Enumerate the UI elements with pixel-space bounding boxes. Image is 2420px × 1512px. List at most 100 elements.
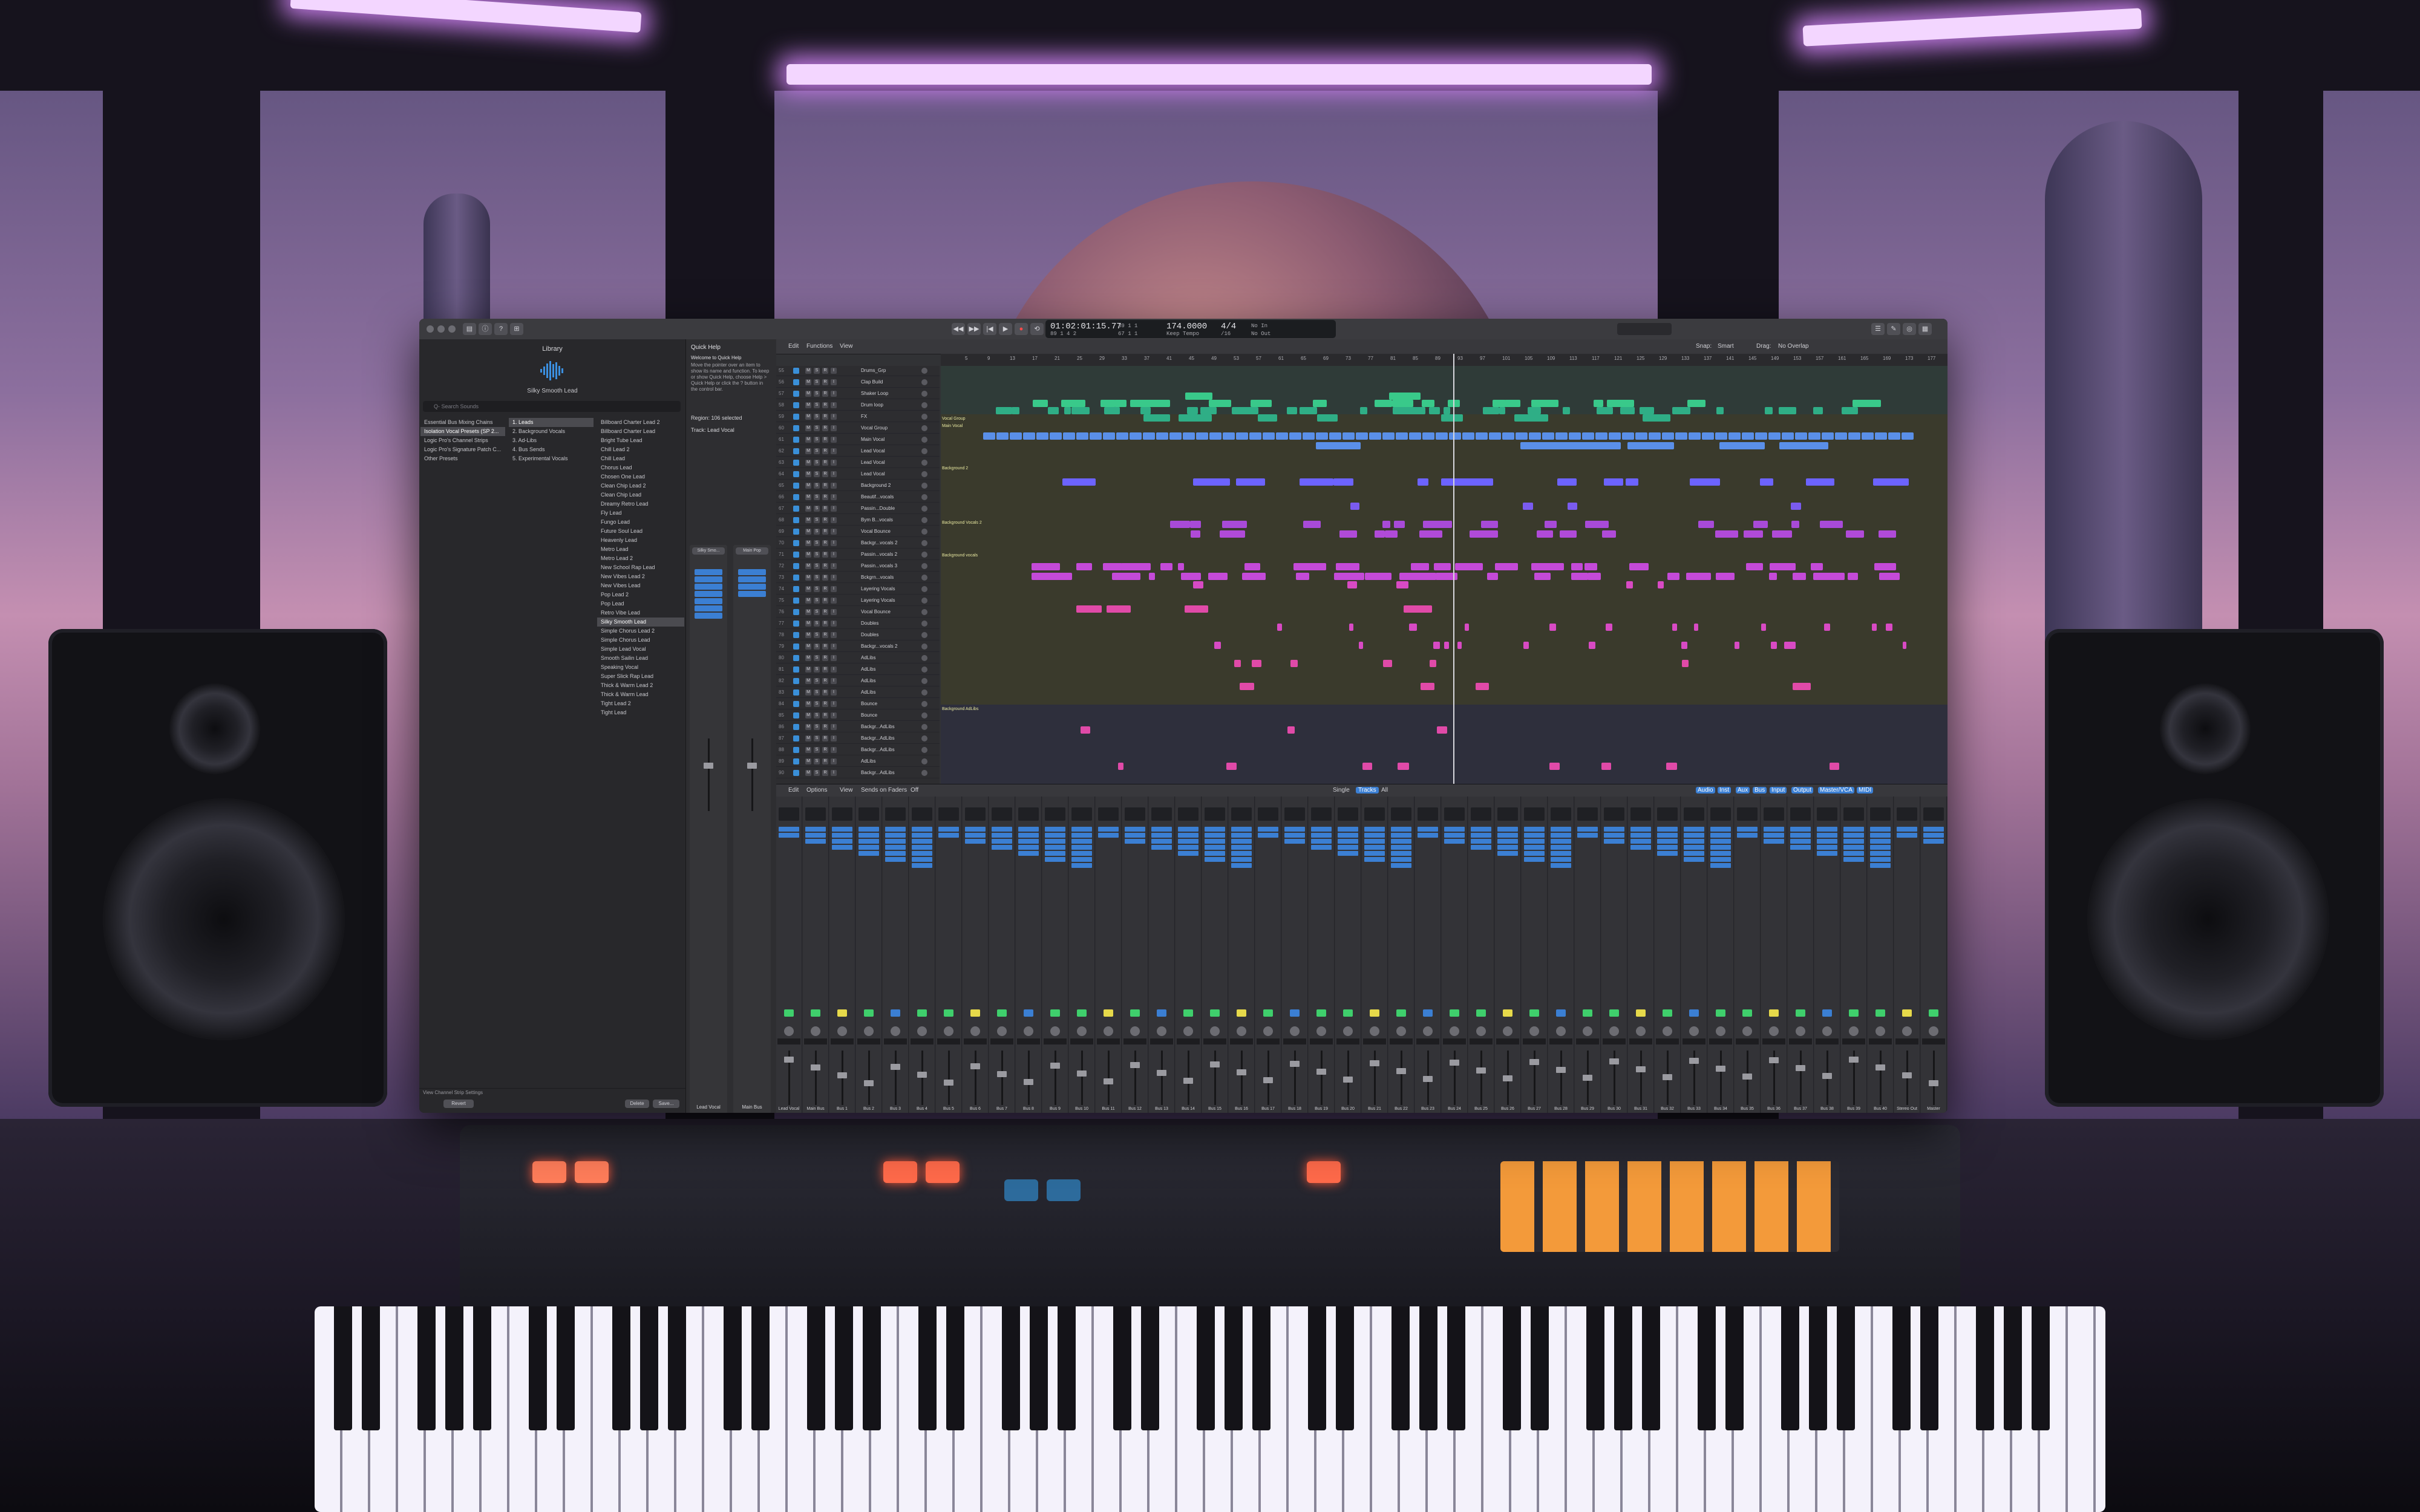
plugin-slot[interactable] — [1418, 827, 1438, 832]
pan-knob[interactable] — [1263, 1026, 1273, 1036]
record-enable-button[interactable]: R — [822, 471, 828, 477]
mode-single[interactable]: Single — [1333, 787, 1350, 793]
region[interactable] — [1080, 726, 1091, 734]
input-button[interactable] — [1663, 1009, 1672, 1017]
plugin-slot[interactable] — [1231, 857, 1252, 862]
region[interactable] — [1012, 407, 1020, 414]
plugin-slot[interactable] — [912, 851, 932, 856]
region[interactable] — [1504, 400, 1521, 407]
region[interactable] — [1902, 642, 1907, 649]
region[interactable] — [1180, 573, 1202, 580]
track-header[interactable]: 55 M S R I Drums_Grp — [776, 366, 940, 376]
record-enable-button[interactable]: R — [822, 586, 828, 592]
fader-cap[interactable] — [917, 1072, 927, 1078]
region[interactable] — [1382, 521, 1390, 528]
region[interactable] — [1033, 400, 1048, 407]
input-button[interactable] — [944, 1009, 953, 1017]
eq-thumbnail[interactable] — [1205, 807, 1225, 821]
pan-knob[interactable] — [1796, 1026, 1805, 1036]
pan-knob[interactable] — [1183, 1026, 1193, 1036]
fader-cap[interactable] — [1929, 1080, 1938, 1086]
plugin-slot[interactable] — [1684, 833, 1704, 838]
list-item[interactable]: Tight Lead 2 — [597, 699, 684, 708]
toolbar-toggle-button[interactable]: ⊞ — [510, 323, 523, 335]
region[interactable] — [1360, 407, 1368, 414]
edit-menu[interactable]: Edit — [788, 343, 799, 350]
mute-button[interactable]: M — [805, 540, 811, 546]
plugin-slot[interactable] — [1710, 851, 1731, 856]
region[interactable] — [1111, 573, 1127, 580]
list-item[interactable]: Chill Lead 2 — [597, 445, 684, 454]
region[interactable] — [1114, 400, 1127, 407]
region[interactable] — [1573, 442, 1621, 449]
track-header[interactable]: 58 M S R I Drum loop — [776, 400, 940, 411]
plugin-slot[interactable] — [1018, 827, 1039, 832]
plugin-slot[interactable] — [1231, 851, 1252, 856]
region[interactable] — [1502, 432, 1514, 440]
region[interactable] — [1184, 605, 1208, 613]
list-item[interactable]: Thick & Warm Lead — [597, 690, 684, 699]
region[interactable] — [1666, 763, 1677, 770]
plugin-slot[interactable] — [965, 833, 986, 838]
pan-knob[interactable] — [1716, 1026, 1725, 1036]
fader-cap[interactable] — [1849, 1057, 1859, 1063]
fader-cap[interactable] — [1822, 1073, 1832, 1079]
plugin-slot[interactable] — [1843, 845, 1864, 850]
plugin-slot[interactable] — [1178, 833, 1199, 838]
region[interactable] — [1223, 432, 1235, 440]
mute-button[interactable]: M — [805, 701, 811, 707]
input-monitor-button[interactable]: I — [831, 712, 837, 719]
plugin-slot[interactable] — [1045, 857, 1065, 862]
plugin-slot[interactable] — [1843, 833, 1864, 838]
region[interactable] — [1658, 581, 1664, 588]
region[interactable] — [1333, 478, 1354, 486]
plugin-slot[interactable] — [1710, 839, 1731, 844]
input-monitor-button[interactable]: I — [831, 735, 837, 741]
region[interactable] — [1808, 432, 1820, 440]
plugin-slot[interactable] — [832, 833, 852, 838]
volume-knob[interactable] — [921, 609, 927, 615]
volume-knob[interactable] — [921, 391, 927, 397]
plugin-slot[interactable] — [858, 845, 879, 850]
region[interactable] — [1467, 563, 1483, 570]
list-item[interactable]: Clean Chip Lead — [597, 490, 684, 500]
eq-thumbnail[interactable] — [1338, 807, 1358, 821]
region[interactable] — [1792, 573, 1807, 580]
input-button[interactable] — [1423, 1009, 1433, 1017]
region[interactable] — [1201, 407, 1211, 414]
eq-thumbnail[interactable] — [1870, 807, 1891, 821]
mute-button[interactable]: M — [805, 609, 811, 615]
region[interactable] — [1487, 573, 1498, 580]
list-item[interactable]: Simple Chorus Lead — [597, 636, 684, 645]
region[interactable] — [1396, 432, 1408, 440]
plugin-slot[interactable] — [1577, 827, 1598, 832]
region[interactable] — [1635, 432, 1647, 440]
solo-button[interactable]: S — [814, 701, 820, 707]
plugin-slot[interactable] — [1551, 857, 1571, 862]
input-button[interactable] — [1636, 1009, 1646, 1017]
region[interactable] — [1776, 563, 1796, 570]
region[interactable] — [1625, 478, 1639, 486]
track-header[interactable]: 69 M S R I Vocal Bounce — [776, 527, 940, 537]
region[interactable] — [1316, 432, 1328, 440]
list-item[interactable]: Pop Lead 2 — [597, 590, 684, 599]
plugin-slot[interactable] — [1817, 851, 1837, 856]
plugin-slot[interactable] — [1231, 833, 1252, 838]
region[interactable] — [1770, 642, 1777, 649]
region[interactable] — [1300, 407, 1318, 414]
plugin-slot[interactable] — [1923, 833, 1944, 838]
list-item[interactable]: Isolation Vocal Presets (SP 2... — [420, 427, 505, 436]
plugin-slot[interactable] — [885, 845, 906, 850]
mute-button[interactable]: M — [805, 437, 811, 443]
pan-knob[interactable] — [944, 1026, 953, 1036]
pan-knob[interactable] — [837, 1026, 847, 1036]
solo-button[interactable]: S — [814, 425, 820, 431]
plugin-slot[interactable] — [912, 827, 932, 832]
region[interactable] — [1189, 521, 1201, 528]
list-item[interactable]: Simple Lead Vocal — [597, 645, 684, 654]
region[interactable] — [1429, 660, 1436, 667]
plugin-slot[interactable] — [1657, 833, 1678, 838]
region[interactable] — [1690, 478, 1721, 486]
mute-button[interactable]: M — [805, 632, 811, 638]
region[interactable] — [1404, 407, 1419, 414]
